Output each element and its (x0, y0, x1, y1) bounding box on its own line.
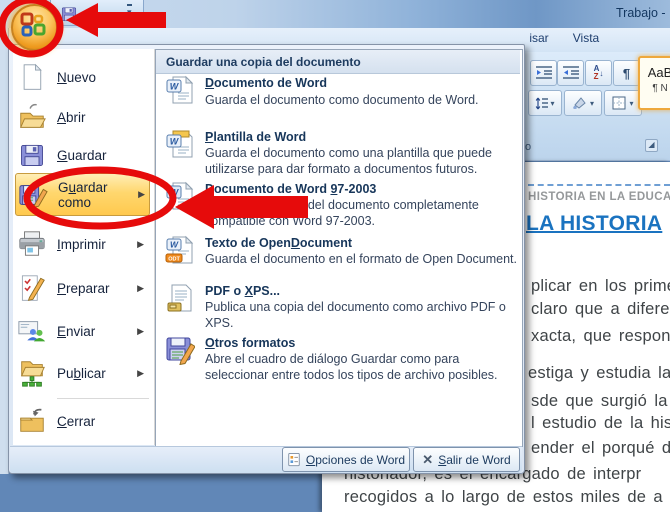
style-name-text: ¶ N (652, 83, 668, 94)
document-body-line: l estudio de la historia (531, 414, 670, 432)
office-menu: Nuevo Abrir Guardar Guardar como ▶ Impri… (8, 44, 525, 474)
menu-item-guardar[interactable]: Guardar (15, 137, 148, 173)
document-body-line: estiga y estudia la ev (528, 364, 670, 382)
tab-vista[interactable]: Vista (563, 31, 609, 51)
menu-item-preparar[interactable]: Preparar ▶ (15, 267, 148, 309)
print-icon (15, 227, 49, 261)
menu-item-abrir[interactable]: Abrir (15, 97, 148, 137)
submenu-item-opendocument[interactable]: Texto de OpenDocument (205, 236, 352, 250)
svg-text:W: W (170, 240, 179, 250)
document-body-line: sde que surgió la es (531, 392, 670, 410)
send-icon (15, 314, 49, 348)
show-marks-button[interactable]: ¶ (613, 60, 640, 86)
line-spacing-button[interactable]: ▾ (528, 90, 562, 116)
submenu-header: Guardar una copia del documento (156, 50, 520, 74)
opendocument-icon: W ODT (163, 233, 197, 267)
submenu-arrow-icon: ▶ (138, 189, 145, 199)
qat-dropdown-icon[interactable]: ▾ (127, 4, 132, 17)
svg-text:ODT: ODT (168, 256, 180, 262)
submenu-item-other-formats[interactable]: Otros formatos (205, 336, 295, 350)
submenu-arrow-icon: ▶ (137, 325, 144, 336)
document-body-line: plicar en los primeros (531, 277, 670, 295)
close-document-icon (15, 404, 49, 438)
word-template-icon: W (163, 127, 197, 161)
document-header-text: HISTORIA EN LA EDUCACI (528, 191, 670, 203)
other-formats-icon (163, 333, 197, 367)
save-as-icon (16, 178, 50, 212)
sort-button[interactable]: A Z ↓ (585, 60, 612, 86)
menu-item-imprimir[interactable]: Imprimir ▶ (15, 223, 148, 265)
menu-item-cerrar[interactable]: Cerrar (15, 402, 148, 440)
submenu-item-word-97-2003[interactable]: Documento de Word 97-2003 (205, 182, 376, 196)
style-sample-text: AaB (647, 65, 670, 80)
submenu-arrow-icon: ▶ (137, 367, 144, 378)
shading-button[interactable]: ▾ (564, 90, 602, 116)
header-separator (528, 184, 670, 186)
menu-item-nuevo[interactable]: Nuevo (15, 57, 148, 97)
office-button[interactable] (11, 4, 58, 51)
word-window: ▾ Trabajo - isar Vista A Z ↓ ¶ ▾ ▾ ▾ fo ◢ … (0, 0, 670, 512)
tab-revisar[interactable]: isar (521, 31, 557, 51)
prepare-icon (15, 271, 49, 305)
open-folder-icon (15, 100, 49, 134)
submenu-arrow-icon: ▶ (137, 282, 144, 293)
borders-button[interactable]: ▾ (604, 90, 642, 116)
style-normal-chip[interactable]: AaB ¶ N (638, 56, 670, 110)
qat-undo-icon[interactable] (84, 6, 100, 27)
submenu-item-word-template[interactable]: Plantilla de Word (205, 130, 306, 144)
document-body-line: recogidos a lo largo de estos miles de a (344, 488, 663, 506)
qat-save-icon[interactable] (60, 5, 78, 28)
publish-icon (15, 356, 49, 390)
document-title: LA HISTORIA (526, 212, 663, 235)
save-icon (15, 138, 49, 172)
dialog-launcher-icon[interactable]: ◢ (645, 139, 658, 152)
new-document-icon (15, 60, 49, 94)
submenu-item-pdf-xps[interactable]: PDF o XPS... (205, 284, 280, 298)
document-body-line: claro que a diferencia (531, 300, 670, 318)
window-title: Trabajo - (616, 6, 666, 20)
exit-x-icon: ✕ (422, 451, 434, 467)
menu-separator (57, 398, 149, 399)
decrease-indent-button[interactable] (530, 60, 557, 86)
pdf-xps-icon (163, 281, 197, 315)
submenu-item-word-document[interactable]: Documento de Word (205, 76, 327, 90)
menu-item-publicar[interactable]: Publicar ▶ (15, 352, 148, 394)
exit-word-button[interactable]: ✕ Salir de Word (413, 447, 520, 472)
menu-item-guardar-como[interactable]: Guardar como ▶ (15, 173, 150, 216)
submenu-arrow-icon: ▶ (137, 238, 144, 249)
menu-item-enviar[interactable]: Enviar ▶ (15, 310, 148, 352)
word-document-icon: W (163, 73, 197, 107)
document-body-line: xacta, que responda a (531, 327, 670, 345)
word-options-icon (287, 452, 301, 467)
word-options-button[interactable]: Opciones de Word (282, 447, 410, 472)
word-97-document-icon: W (163, 179, 197, 213)
document-body-line: ender el porqué de s (531, 439, 670, 457)
increase-indent-button[interactable] (557, 60, 584, 86)
